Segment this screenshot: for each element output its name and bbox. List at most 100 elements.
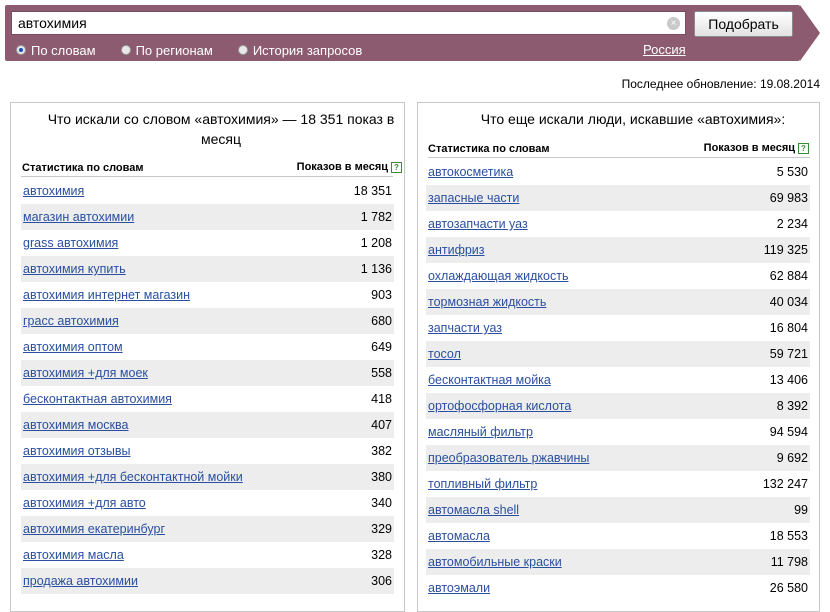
impressions-count: 1 136 <box>360 262 392 276</box>
phrase-link[interactable]: автохимия +для авто <box>21 496 146 510</box>
phrase-link[interactable]: тормозная жидкость <box>426 295 546 309</box>
region-link[interactable]: Россия <box>643 42 686 57</box>
header-divider <box>21 176 393 177</box>
col-phrase-header: Статистика по словам <box>428 143 550 155</box>
phrase-link[interactable]: автохимия отзывы <box>21 444 131 458</box>
phrase-link[interactable]: бесконтактная автохимия <box>21 392 172 406</box>
table-row: автохимия купить 1 136 <box>21 256 394 282</box>
phrase-link[interactable]: автомасла shell <box>426 503 519 517</box>
phrase-link[interactable]: магазин автохимии <box>21 210 134 224</box>
impressions-count: 59 721 <box>769 347 808 361</box>
right-panel-title: Что еще искали люди, искавшие «автохимия… <box>480 111 786 127</box>
col-count-label: Показов в месяц <box>703 142 795 154</box>
impressions-count: 132 247 <box>762 477 808 491</box>
table-row: топливный фильтр 132 247 <box>426 471 810 497</box>
impressions-count: 306 <box>371 574 392 588</box>
phrase-link[interactable]: преобразователь ржавчины <box>426 451 589 465</box>
right-panel: Что еще искали люди, искавшие «автохимия… <box>417 102 820 612</box>
impressions-count: 94 594 <box>769 425 808 439</box>
phrase-link[interactable]: бесконтактная мойка <box>426 373 551 387</box>
phrase-link[interactable]: автохимия <box>21 184 84 198</box>
clear-icon[interactable]: × <box>667 17 680 30</box>
phrase-link[interactable]: автохимия оптом <box>21 340 123 354</box>
phrase-link[interactable]: автоэмали <box>426 581 490 595</box>
table-row: ортофосфорная кислота 8 392 <box>426 393 810 419</box>
impressions-count: 418 <box>371 392 392 406</box>
impressions-count: 903 <box>371 288 392 302</box>
table-row: охлаждающая жидкость 62 884 <box>426 263 810 289</box>
help-icon[interactable]: ? <box>798 142 809 154</box>
header-divider <box>428 157 810 158</box>
phrase-link[interactable]: топливный фильтр <box>426 477 537 491</box>
impressions-count: 340 <box>371 496 392 510</box>
radio-selected-icon <box>16 45 26 55</box>
table-row: автохимия отзывы 382 <box>21 438 394 464</box>
tab-by-words[interactable]: По словам <box>16 43 96 58</box>
search-input[interactable] <box>11 11 686 35</box>
impressions-count: 382 <box>371 444 392 458</box>
table-row: антифриз 119 325 <box>426 237 810 263</box>
phrase-link[interactable]: автокосметика <box>426 165 513 179</box>
impressions-count: 680 <box>371 314 392 328</box>
phrase-link[interactable]: охлаждающая жидкость <box>426 269 568 283</box>
phrase-link[interactable]: запасные части <box>426 191 519 205</box>
col-phrase-header: Статистика по словам <box>22 162 144 174</box>
phrase-link[interactable]: автомасла <box>426 529 490 543</box>
phrase-link[interactable]: автохимия +для моек <box>21 366 148 380</box>
impressions-count: 8 392 <box>776 399 808 413</box>
table-row: запчасти уаз 16 804 <box>426 315 810 341</box>
help-icon[interactable]: ? <box>391 161 402 173</box>
phrase-link[interactable]: антифриз <box>426 243 485 257</box>
table-row: автохимия интернет магазин 903 <box>21 282 394 308</box>
impressions-count: 26 580 <box>769 581 808 595</box>
table-row: бесконтактная автохимия 418 <box>21 386 394 412</box>
phrase-link[interactable]: грасс автохимия <box>21 314 119 328</box>
tab-query-history[interactable]: История запросов <box>237 42 363 58</box>
phrase-link[interactable]: запчасти уаз <box>426 321 502 335</box>
table-row: автохимия +для бесконтактной мойки 380 <box>21 464 394 490</box>
phrase-link[interactable]: автозапчасти уаз <box>426 217 528 231</box>
impressions-count: 11 798 <box>770 555 808 569</box>
impressions-count: 119 325 <box>763 243 808 257</box>
table-row: тосол 59 721 <box>426 341 810 367</box>
phrase-link[interactable]: автохимия москва <box>21 418 128 432</box>
phrase-link[interactable]: автохимия купить <box>21 262 126 276</box>
table-row: автохимия +для авто 340 <box>21 490 394 516</box>
radio-icon <box>120 45 131 55</box>
impressions-count: 2 234 <box>776 217 808 231</box>
tab-label: История запросов <box>252 42 363 58</box>
phrase-link[interactable]: тосол <box>426 347 461 361</box>
left-panel: Что искали со словом «автохимия» — 18 35… <box>10 102 405 612</box>
phrase-link[interactable]: автомобильные краски <box>426 555 562 569</box>
phrase-link[interactable]: ортофосфорная кислота <box>426 399 571 413</box>
impressions-count: 649 <box>371 340 392 354</box>
col-count-label: Показов в месяц <box>296 161 388 173</box>
col-count-header: Показов в месяц? <box>704 142 809 154</box>
table-row: автохимия 18 351 <box>21 178 394 204</box>
impressions-count: 13 406 <box>769 373 808 387</box>
submit-button[interactable]: Подобрать <box>694 11 793 37</box>
right-results-list: автокосметика 5 530 запасные части 69 983 ав… <box>426 159 810 601</box>
phrase-link[interactable]: автохимия интернет магазин <box>21 288 190 302</box>
table-row: автомобильные краски 11 798 <box>426 549 810 575</box>
impressions-count: 407 <box>371 418 392 432</box>
phrase-link[interactable]: продажа автохимии <box>21 574 138 588</box>
tab-label: По регионам <box>135 42 213 58</box>
impressions-count: 558 <box>371 366 392 380</box>
table-row: автохимия москва 407 <box>21 412 394 438</box>
tab-by-regions[interactable]: По регионам <box>120 42 213 58</box>
mode-tabs: По словам По регионам История запросов <box>16 42 387 58</box>
radio-icon <box>237 45 248 55</box>
phrase-link[interactable]: автохимия +для бесконтактной мойки <box>21 470 243 484</box>
table-row: автокосметика 5 530 <box>426 159 810 185</box>
impressions-count: 1 208 <box>360 236 392 250</box>
table-row: грасс автохимия 680 <box>21 308 394 334</box>
phrase-link[interactable]: автохимия масла <box>21 548 124 562</box>
table-row: автохимия масла 328 <box>21 542 394 568</box>
impressions-count: 16 804 <box>769 321 808 335</box>
phrase-link[interactable]: масляный фильтр <box>426 425 533 439</box>
phrase-link[interactable]: grass автохимия <box>21 236 118 250</box>
table-row: grass автохимия 1 208 <box>21 230 394 256</box>
impressions-count: 9 692 <box>776 451 808 465</box>
phrase-link[interactable]: автохимия екатеринбург <box>21 522 165 536</box>
